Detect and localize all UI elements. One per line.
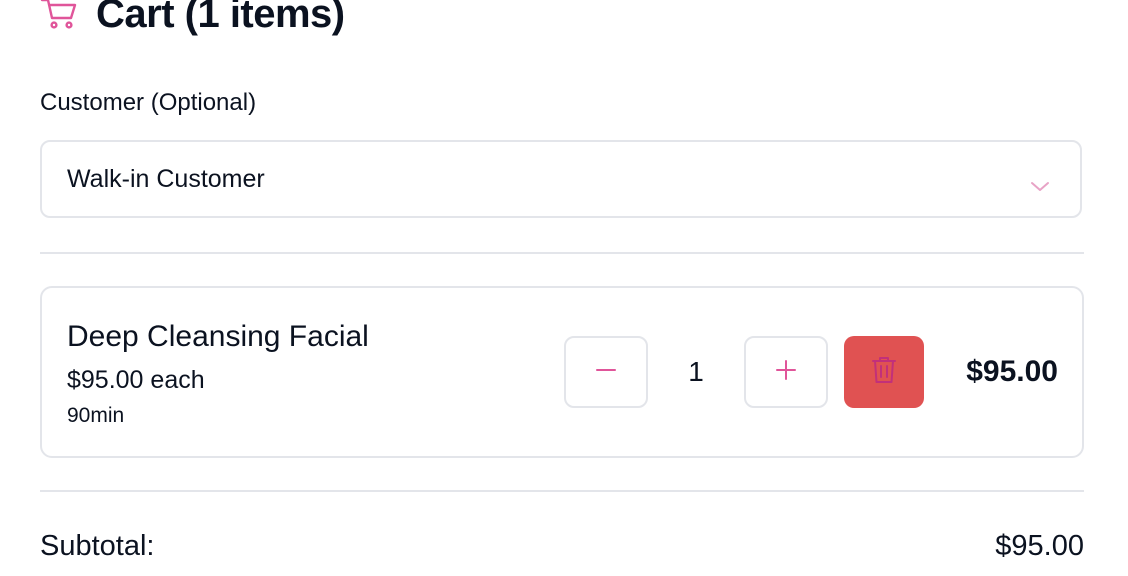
increase-quantity-button[interactable] [744,336,828,408]
cart-item: Deep Cleansing Facial $95.00 each 90min … [40,286,1084,458]
item-line-total: $95.00 [966,355,1058,388]
plus-icon [774,358,798,387]
page-title: Cart (1 items) [96,0,345,36]
customer-select[interactable]: Walk-in Customer [40,140,1082,218]
divider [40,252,1084,254]
customer-select-value: Walk-in Customer [67,164,265,193]
quantity-value: 1 [688,356,704,387]
shopping-cart-icon [40,0,78,31]
item-unit-price: $95.00 each [67,366,205,394]
cart-header: Cart (1 items) [40,0,345,44]
chevron-down-icon [1030,171,1050,200]
item-name: Deep Cleansing Facial [67,320,369,353]
subtotal-value: $95.00 [995,530,1084,562]
delete-item-button[interactable] [844,336,924,408]
decrease-quantity-button[interactable] [564,336,648,408]
item-duration: 90min [67,404,125,427]
trash-icon [871,355,897,390]
subtotal-label: Subtotal: [40,530,155,562]
minus-icon [594,358,618,387]
customer-label: Customer (Optional) [40,89,257,116]
divider [40,490,1084,492]
